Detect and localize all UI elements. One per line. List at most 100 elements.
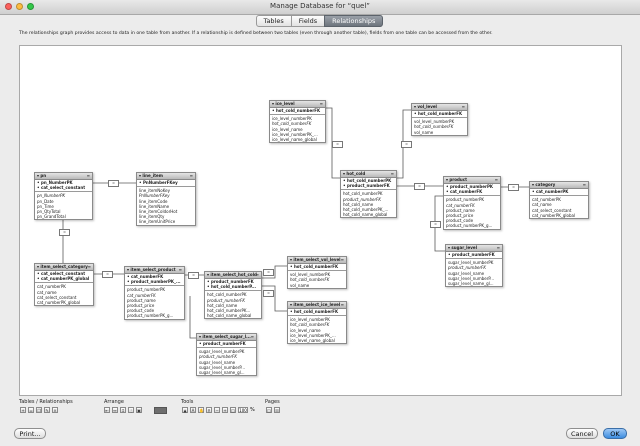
align-left-icon[interactable]: ⇤ [104, 407, 110, 413]
text-tool-icon[interactable]: A [190, 407, 196, 413]
color-swatch[interactable] [154, 407, 167, 414]
table-toggle-icon[interactable]: ≡ [320, 101, 323, 107]
relationship-operator-box[interactable]: = [332, 141, 343, 148]
zoom-out-icon[interactable]: − [214, 407, 220, 413]
tab-fields[interactable]: Fields [290, 15, 326, 27]
table-occurrence-vol-level[interactable]: ▾ vol_level ≡ • hot_cold_numberFK vol_level… [411, 103, 468, 136]
relationship-operator-box[interactable]: = [401, 141, 412, 148]
table-occurrence-item-select-ice-level[interactable]: ▾ item_select_ice_level ≡ • hot_cold_numbe… [287, 301, 347, 345]
table-toggle-icon[interactable]: ≡ [341, 257, 344, 263]
relationship-operator-box[interactable]: = [102, 271, 113, 278]
distribute-icon[interactable]: ⋮ [128, 407, 134, 413]
table-toggle-icon[interactable]: ≡ [256, 272, 259, 278]
table-header[interactable]: ▾ item_select_ice_level ≡ [288, 302, 346, 309]
table-header[interactable]: ▾ item_select_vol_level ≡ [288, 257, 346, 264]
table-occurrence-item-select-sugar-level[interactable]: ▾ item_select_sugar_l... ≡ • product_numbe… [196, 333, 257, 377]
table-toggle-icon[interactable]: ≡ [391, 171, 394, 177]
table-toggle-icon[interactable]: ≡ [462, 104, 465, 110]
table-toggle-icon[interactable]: ≡ [583, 182, 586, 188]
field-divider [288, 270, 346, 272]
relationship-operator-box[interactable]: = [263, 290, 274, 297]
relationship-operator-box[interactable]: = [59, 229, 70, 236]
table-header[interactable]: ▾ item_select_hot_cold ≡ [205, 272, 261, 279]
tables-relationships-label: Tables / Relationships [19, 399, 73, 405]
field-row: • hot_cold_numberFK [290, 309, 339, 314]
table-toggle-icon[interactable]: ≡ [179, 267, 182, 273]
table-toggle-icon[interactable]: ≡ [88, 264, 91, 270]
table-header[interactable]: ▾ sugar_level ≡ [446, 245, 502, 252]
add-table-icon[interactable]: + [20, 407, 26, 413]
table-toggle-icon[interactable]: ≡ [251, 334, 254, 340]
page-setup-icon[interactable]: □ [266, 407, 272, 413]
table-toggle-icon[interactable]: ≡ [341, 302, 344, 308]
table-toggle-icon[interactable]: ≡ [497, 245, 500, 251]
resize-icon[interactable]: ▣ [136, 407, 142, 413]
field-row: ice_level_name_global [290, 338, 335, 344]
relationships-description: The relationships graph provides access … [19, 31, 493, 36]
table-header[interactable]: ▾ item_select_product ≡ [125, 267, 184, 274]
table-header[interactable]: ▾ vol_level ≡ [412, 104, 467, 111]
table-occurrence-item-select-hot-cold[interactable]: ▾ item_select_hot_cold ≡ • product_numberF… [204, 271, 262, 320]
tab-tables[interactable]: Tables [255, 15, 292, 27]
field-divider [205, 290, 261, 292]
table-occurrence-sugar-level[interactable]: ▾ sugar_level ≡ • product_numberFK sugar_le… [445, 244, 503, 288]
print-button[interactable]: Print... [14, 428, 46, 439]
arrange-label: Arrange [104, 399, 124, 405]
table-header[interactable]: ▾ ice_level ≡ [270, 101, 325, 108]
table-occurrence-product[interactable]: ▾ product ≡ • product_numberPK • cat_number… [443, 176, 501, 230]
table-header[interactable]: ▾ item_select_sugar_l... ≡ [197, 334, 256, 341]
table-header[interactable]: ▾ hot_cold ≡ [341, 171, 396, 178]
table-occurrence-line-item[interactable]: ▾ line_item ≡ • PnNumberFKey line_itemNoKey… [136, 172, 196, 226]
relationship-operator-box[interactable]: = [430, 221, 441, 228]
field-divider [35, 282, 93, 284]
table-header[interactable]: ▾ product ≡ [444, 177, 500, 184]
table-header[interactable]: ▾ pn ≡ [35, 173, 92, 180]
title-bar: Manage Database for “quel” [0, 0, 640, 15]
fit-icon[interactable]: □ [230, 407, 236, 413]
table-occurrence-item-select-vol-level[interactable]: ▾ item_select_vol_level ≡ • hot_cold_numbe… [287, 256, 347, 289]
relationship-operator-box[interactable]: = [188, 272, 199, 279]
zoom-level-field[interactable]: 100 [238, 407, 248, 413]
align-center-icon[interactable]: ↔ [112, 407, 118, 413]
align-top-icon[interactable]: ↥ [120, 407, 126, 413]
cancel-button[interactable]: Cancel [566, 428, 598, 439]
zoom-in-icon[interactable]: + [222, 407, 228, 413]
table-header[interactable]: ▾ item_select_category ≡ [35, 264, 93, 271]
table-header[interactable]: ▾ category ≡ [530, 182, 588, 189]
table-name: ▾ item_select_hot_cold [207, 272, 257, 277]
pointer-tool-icon[interactable]: ▲ [182, 407, 188, 413]
table-occurrence-item-select-category[interactable]: ▾ item_select_category ≡ • cat_select_cons… [34, 263, 94, 307]
field-divider [270, 114, 325, 116]
table-occurrence-hot-cold[interactable]: ▾ hot_cold ≡ • hot_cold_numberPK • product_… [340, 170, 397, 219]
table-occurrence-category[interactable]: ▾ category ≡ • cat_numberPK cat_numberPK cat… [529, 181, 589, 220]
relationship-operator-box[interactable]: = [414, 183, 425, 190]
table-toggle-icon[interactable]: ≡ [495, 177, 498, 183]
relationship-operator-box[interactable]: = [263, 269, 274, 276]
table-name: ▾ pn [37, 173, 47, 178]
zoom-tool-icon[interactable]: ⚲ [206, 407, 212, 413]
field-row: cat_numberPK_global [532, 212, 576, 218]
delete-icon[interactable]: × [52, 407, 58, 413]
table-occurrence-pn[interactable]: ▾ pn ≡ • pn_NumberPK • cat_select_constant p… [34, 172, 93, 221]
table-toggle-icon[interactable]: ≡ [190, 173, 193, 179]
table-header[interactable]: ▾ line_item ≡ [137, 173, 195, 180]
field-divider [35, 191, 92, 193]
relationship-operator-box[interactable]: = [108, 180, 119, 187]
tab-relationships[interactable]: Relationships [324, 15, 384, 27]
table-occurrence-ice-level[interactable]: ▾ ice_level ≡ • hot_cold_numberFK ice_level… [269, 100, 326, 144]
field-row: • cat_numberPK_global [37, 276, 90, 282]
ok-button[interactable]: OK [603, 428, 627, 439]
table-occurrence-item-select-product[interactable]: ▾ item_select_product ≡ • cat_numberFK • pr… [124, 266, 185, 320]
relationships-graph[interactable]: ▾ pn ≡ • pn_NumberPK • cat_select_constant p… [19, 45, 622, 396]
hand-tool-icon[interactable]: ✋ [198, 407, 204, 413]
field-row: ice_level_name_global [272, 137, 317, 143]
duplicate-icon[interactable]: ❐ [36, 407, 42, 413]
relationship-operator-box[interactable]: = [508, 184, 519, 191]
add-relationship-icon[interactable]: = [28, 407, 34, 413]
tab-bar: Tables Fields Relationships [0, 15, 640, 27]
field-row: • product_numberPK_... [127, 279, 181, 285]
edit-icon[interactable]: ✎ [44, 407, 50, 413]
relationship-line[interactable] [189, 296, 196, 339]
table-toggle-icon[interactable]: ≡ [87, 173, 90, 179]
show-page-breaks-icon[interactable]: ☷ [274, 407, 280, 413]
